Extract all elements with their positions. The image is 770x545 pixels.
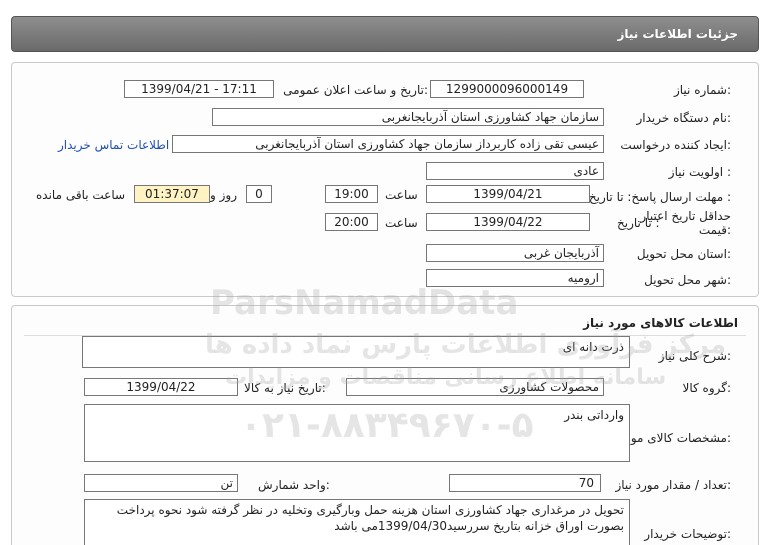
need-number-field: 1299000096000149: [430, 80, 584, 98]
deadline-date-field: 1399/04/21: [426, 185, 590, 203]
quantity-label: تعداد / مقدار مورد نیاز:: [615, 478, 731, 492]
announce-datetime-field: 1399/04/21 - 17:11: [124, 80, 274, 98]
remaining-time-field: 01:37:07: [134, 185, 210, 203]
goods-info-panel: اطلاعات کالاهای مورد نیاز شرح کلی نیاز: …: [11, 305, 759, 545]
need-date-field: 1399/04/22: [84, 378, 238, 396]
priority-field: عادی: [426, 162, 604, 180]
validity-to-label: تا تاریخ :: [617, 216, 660, 230]
requester-field: عیسی تقی زاده کاربرداز سازمان جهاد کشاور…: [172, 135, 604, 153]
deadline-time-label: ساعت: [385, 188, 418, 202]
unit-label: واحد شمارش:: [258, 478, 330, 492]
group-field: محصولات کشاورزی: [346, 378, 604, 396]
city-label: شهر محل تحویل:: [644, 273, 731, 287]
days-remaining-field: 0: [246, 185, 272, 203]
buyer-org-label: نام دستگاه خریدار:: [636, 111, 732, 125]
need-info-panel: شماره نیاز: 1299000096000149 تاریخ و ساع…: [11, 62, 759, 297]
page-title: جزئیات اطلاعات نیاز: [617, 27, 738, 41]
city-field: ارومیه: [426, 269, 604, 287]
page-header: جزئیات اطلاعات نیاز: [11, 16, 759, 52]
deadline-label: مهلت ارسال پاسخ: تا تاریخ :: [588, 190, 731, 204]
validity-date-field: 1399/04/22: [426, 213, 590, 231]
province-field: آذربایجان غربی: [426, 244, 604, 262]
days-label: روز و: [210, 188, 237, 202]
deadline-time-field: 19:00: [325, 185, 378, 203]
remaining-label: ساعت باقی مانده: [36, 188, 126, 202]
buyer-notes-field: تحویل در مرغداری جهاد کشاورزی استان هزین…: [84, 499, 630, 545]
priority-label: اولویت نیاز :: [668, 165, 731, 179]
buyer-org-field: سازمان جهاد کشاورزی استان آذربایجانغربی: [212, 108, 604, 126]
quantity-field: 70: [449, 474, 601, 492]
requester-label: ایجاد کننده درخواست:: [620, 138, 731, 152]
province-label: استان محل تحویل:: [636, 247, 731, 261]
unit-field: تن: [84, 474, 238, 492]
announce-label: تاریخ و ساعت اعلان عمومی:: [283, 83, 428, 97]
need-date-label: تاریخ نیاز به کالا:: [244, 381, 326, 395]
buyer-contact-link[interactable]: اطلاعات تماس خریدار: [58, 138, 169, 152]
validity-time-field: 20:00: [325, 213, 378, 231]
goods-section-title: اطلاعات کالاهای مورد نیاز: [583, 316, 738, 330]
summary-label: شرح کلی نیاز:: [658, 349, 731, 363]
summary-field: ذرت دانه ای: [82, 336, 630, 368]
group-label: گروه کالا:: [682, 381, 732, 395]
buyer-notes-label: توضیحات خریدار:: [644, 527, 731, 541]
need-number-label: شماره نیاز:: [673, 83, 731, 97]
specs-field: وارداتی بندر: [84, 404, 630, 462]
validity-time-label: ساعت: [385, 216, 418, 230]
